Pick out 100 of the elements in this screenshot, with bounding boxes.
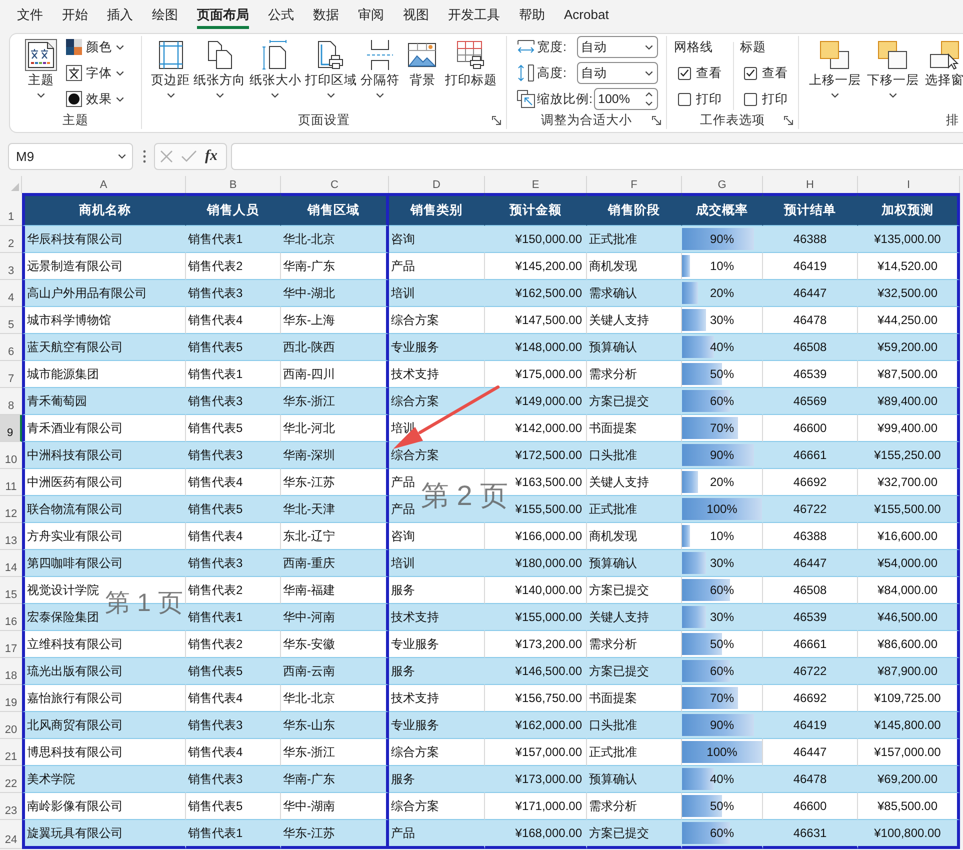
table-cell: 综合方案 xyxy=(389,442,485,469)
checkbox-label[interactable]: 打印 xyxy=(696,90,722,108)
field-label: 缩放比例: xyxy=(537,90,592,108)
table-cell: 蓝天航空有限公司 xyxy=(22,334,186,361)
table-cell: 联合物流有限公司 xyxy=(22,496,186,523)
checkbox[interactable] xyxy=(678,92,691,106)
menu-tab[interactable]: 帮助 xyxy=(519,4,545,29)
table-cell: 预算确认 xyxy=(587,334,682,361)
table-cell: 46600 xyxy=(763,793,858,820)
table-cell: 立维科技有限公司 xyxy=(22,631,186,658)
ribbon-button[interactable]: 主题 xyxy=(22,36,60,111)
table-cell: ¥157,000.00 xyxy=(858,739,960,766)
menu-tab[interactable]: 数据 xyxy=(313,4,339,29)
dropdown-field[interactable]: 自动 xyxy=(577,36,658,58)
selection-pane-icon xyxy=(928,40,960,70)
checkbox[interactable] xyxy=(744,92,757,106)
table-cell: 方案已提交 xyxy=(587,658,682,685)
table-cell: 销售代表3 xyxy=(186,550,281,577)
table-cell: ¥46,500.00 xyxy=(858,604,960,631)
ribbon-button[interactable]: 下移一层 xyxy=(867,36,919,111)
column-title: 商机名称 xyxy=(22,193,186,226)
ribbon-button[interactable]: 选择窗 xyxy=(925,36,963,111)
table-cell: 琉光出版有限公司 xyxy=(22,658,186,685)
percent-text: 50% xyxy=(710,367,734,381)
menu-tab[interactable]: Acrobat xyxy=(564,4,609,29)
checkbox-label[interactable]: 打印 xyxy=(762,90,788,108)
dialog-launcher-icon[interactable] xyxy=(492,116,501,124)
row-header[interactable]: 9 xyxy=(0,415,22,442)
menu-tab[interactable]: 绘图 xyxy=(152,4,178,29)
table-cell: ¥44,250.00 xyxy=(858,307,960,334)
menu-tab[interactable]: 文件 xyxy=(17,4,43,29)
insert-function-button[interactable]: fx xyxy=(205,148,218,164)
menu-tab[interactable]: 审阅 xyxy=(358,4,384,29)
table-cell: 销售代表3 xyxy=(186,766,281,793)
ribbon-button[interactable]: 纸张大小 xyxy=(249,36,302,111)
checkbox-label[interactable]: 查看 xyxy=(762,64,788,82)
checkbox[interactable] xyxy=(744,66,757,80)
table-cell: 预算确认 xyxy=(587,550,682,577)
dialog-launcher-icon[interactable] xyxy=(652,116,661,124)
table-cell: 46388 xyxy=(763,523,858,550)
table-cell: 46478 xyxy=(763,307,858,334)
ribbon-dropdown-button[interactable]: 字体 xyxy=(66,62,124,84)
table-cell: 华中-河南 xyxy=(281,604,389,631)
ribbon-dropdown-button[interactable]: 效果 xyxy=(66,88,124,110)
table-cell: 综合方案 xyxy=(389,739,485,766)
table-cell: 东北-辽宁 xyxy=(281,523,389,550)
menu-tab[interactable]: 页面布局 xyxy=(197,4,249,29)
table-cell: 正式批准 xyxy=(587,496,682,523)
percent-text: 20% xyxy=(710,475,734,489)
table-cell: 嘉怡旅行有限公司 xyxy=(22,685,186,712)
ribbon-button[interactable]: 纸张方向 xyxy=(194,36,246,111)
ribbon-button[interactable]: 分隔符 xyxy=(360,36,400,111)
menu-tab[interactable]: 开始 xyxy=(62,4,88,29)
dropdown-field[interactable]: 自动 xyxy=(577,62,658,84)
menu-tab[interactable]: 公式 xyxy=(268,4,294,29)
ribbon-button[interactable]: 打印标题 xyxy=(444,36,497,111)
table-cell: 旋翼玩具有限公司 xyxy=(22,820,186,849)
name-box[interactable]: M9 xyxy=(8,142,133,170)
percent-text: 60% xyxy=(710,826,734,840)
table-cell: 华东-江苏 xyxy=(281,820,389,849)
table-cell: 预算确认 xyxy=(587,766,682,793)
chevron-down-icon xyxy=(645,70,653,76)
height-icon xyxy=(517,64,535,82)
table-cell: 华东-上海 xyxy=(281,307,389,334)
percent-text: 40% xyxy=(710,340,734,354)
ribbon-dropdown-button[interactable]: 颜色 xyxy=(66,36,124,58)
table-cell: ¥171,000.00 xyxy=(485,793,587,820)
ribbon-button[interactable]: 背景 xyxy=(403,36,442,111)
table-cell: ¥32,700.00 xyxy=(858,469,960,496)
table-cell: 华辰科技有限公司 xyxy=(22,226,186,253)
table-cell: 46631 xyxy=(763,820,858,849)
ribbon-button[interactable]: 上移一层 xyxy=(809,36,861,111)
table-cell: 关键人支持 xyxy=(587,307,682,334)
ribbon-button[interactable]: 页边距 xyxy=(151,36,190,111)
percent-text: 90% xyxy=(710,448,734,462)
table-cell: 培训 xyxy=(389,550,485,577)
table-cell: 销售代表4 xyxy=(186,523,281,550)
color-palette-icon xyxy=(66,39,82,55)
menu-tab[interactable]: 开发工具 xyxy=(448,4,500,29)
checkbox[interactable] xyxy=(678,66,691,80)
table-cell: ¥54,000.00 xyxy=(858,550,960,577)
ribbon-button[interactable]: 打印区域 xyxy=(304,36,357,111)
table-cell: 西南-云南 xyxy=(281,658,389,685)
spin-field[interactable]: 100% xyxy=(594,88,658,110)
checkbox-label[interactable]: 查看 xyxy=(696,64,722,82)
table-cell: 46600 xyxy=(763,415,858,442)
table-cell: 咨询 xyxy=(389,226,485,253)
page-break-icon xyxy=(366,40,394,70)
percent-text: 100% xyxy=(706,745,738,759)
table-cell: 服务 xyxy=(389,766,485,793)
table-cell: ¥147,500.00 xyxy=(485,307,587,334)
dialog-launcher-icon[interactable] xyxy=(784,116,793,124)
formula-input[interactable] xyxy=(231,142,963,170)
table-cell: 销售代表4 xyxy=(186,307,281,334)
table-cell: 青禾葡萄园 xyxy=(22,388,186,415)
menu-tab[interactable]: 视图 xyxy=(403,4,429,29)
percent-text: 10% xyxy=(710,529,734,543)
field-label: 高度: xyxy=(537,64,566,82)
menu-tab[interactable]: 插入 xyxy=(107,4,133,29)
percent-text: 30% xyxy=(710,610,734,624)
